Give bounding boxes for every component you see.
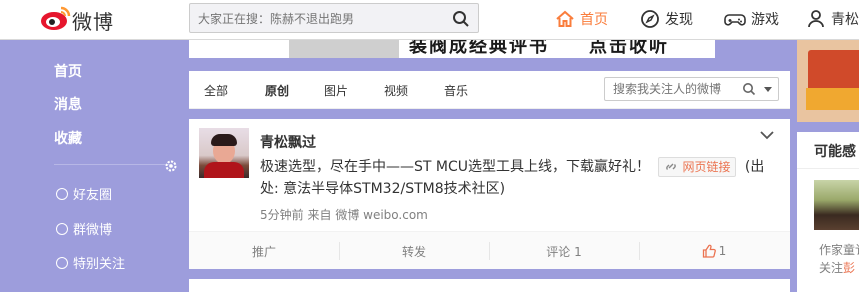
nav-user-label: 青松 (831, 12, 859, 28)
friends-circle-icon (56, 187, 68, 200)
sidebar-item-messages[interactable]: 消息 (54, 94, 82, 114)
gift-box-lid (806, 88, 859, 110)
compass-icon (641, 10, 659, 28)
user-icon (808, 10, 824, 28)
nav-home[interactable]: 首页 (555, 8, 608, 30)
post-card: 青松飘过 极速选型，尽在手中——ST MCU选型工具上线，下载赢好礼！ 网页链接… (189, 119, 790, 269)
comment-label: 评论 1 (546, 244, 582, 259)
nav-user[interactable]: 青松 (806, 8, 859, 30)
nav-games-label: 游戏 (751, 12, 779, 28)
link-icon (666, 163, 677, 171)
nav-games[interactable]: 游戏 (724, 8, 779, 30)
post-time[interactable]: 5分钟前 (260, 208, 304, 222)
sidebar-item-label: 特别关注 (73, 257, 126, 272)
followed-search[interactable] (604, 77, 779, 101)
top-bar: 微博 首页 发现 游戏 (0, 0, 859, 40)
repost-button[interactable]: 转发 (339, 232, 489, 270)
sidebar-item-label: 好友圈 (73, 188, 113, 203)
tab-pictures[interactable]: 图片 (324, 82, 348, 99)
like-count: 1 (718, 244, 727, 258)
next-post-card (189, 279, 790, 292)
sidebar-item-friends-circle[interactable]: 好友圈 (56, 184, 112, 203)
chevron-down-icon[interactable] (759, 129, 775, 141)
search-input[interactable] (198, 10, 448, 28)
nav-discover-label: 发现 (665, 12, 693, 28)
gamepad-icon (724, 14, 746, 26)
suggested-user-desc: 作家童讠 (819, 243, 859, 257)
left-sidebar: 首页 消息 收藏 好友圈 群微博 特别关注 (38, 55, 188, 292)
special-follow-icon (56, 256, 68, 269)
suggested-user-avatar[interactable] (814, 180, 859, 230)
home-icon (556, 10, 574, 27)
banner-image (289, 40, 399, 58)
sidebar-divider (54, 164, 172, 165)
tab-videos[interactable]: 视频 (384, 82, 408, 99)
sidebar-item-label: 群微博 (73, 223, 113, 238)
tab-original[interactable]: 原创 (265, 82, 289, 99)
gear-icon[interactable] (164, 159, 178, 173)
nav-home-label: 首页 (580, 12, 608, 28)
tab-music[interactable]: 音乐 (444, 82, 468, 99)
promote-button[interactable]: 推广 (189, 232, 339, 270)
banner-text: 装阀成经典评书 点击收听 (409, 40, 669, 57)
promote-label: 推广 (251, 244, 276, 259)
banner-ad[interactable]: 装阀成经典评书 点击收听 (189, 40, 715, 58)
sidebar-item-home[interactable]: 首页 (54, 61, 82, 81)
nav-discover[interactable]: 发现 (640, 8, 693, 30)
post-actions: 推广 转发 评论 1 1 (189, 231, 790, 269)
thumbs-up-icon (702, 244, 716, 258)
global-search[interactable] (189, 3, 479, 33)
search-icon[interactable] (452, 10, 470, 28)
sidebar-item-special-follow[interactable]: 特别关注 (56, 253, 125, 272)
avatar[interactable] (199, 128, 249, 178)
panel-divider (797, 168, 859, 169)
sidebar-item-group-weibo[interactable]: 群微博 (56, 219, 112, 238)
repost-label: 转发 (401, 244, 426, 259)
post-text-main: 极速选型，尽在手中——ST MCU选型工具上线，下载赢好礼！ (260, 159, 650, 175)
followed-search-input[interactable] (613, 82, 738, 96)
post-source[interactable]: 微博 weibo.com (335, 208, 428, 222)
tab-all[interactable]: 全部 (204, 82, 228, 99)
group-weibo-icon (56, 222, 68, 235)
caret-down-icon[interactable] (764, 87, 772, 92)
search-icon[interactable] (742, 82, 756, 96)
sidebar-item-favorites[interactable]: 收藏 (54, 128, 82, 148)
logo-text: 微博 (72, 10, 114, 34)
feed-tabs: 全部 原创 图片 视频 音乐 (189, 71, 790, 109)
avatar-body (204, 162, 244, 178)
post-author[interactable]: 青松飘过 (260, 132, 316, 152)
like-button[interactable]: 1 (639, 232, 789, 270)
suggested-users-panel: 可能感 作家童讠 关注彭 (797, 132, 859, 292)
post-meta: 5分钟前 来自 微博 weibo.com (260, 206, 428, 223)
avatar-hair (211, 134, 237, 146)
suggested-user-follow-line: 关注彭 (819, 259, 855, 276)
follow-prefix: 关注 (819, 261, 844, 275)
follow-name[interactable]: 彭 (843, 261, 855, 275)
post-source-prefix: 来自 (307, 208, 332, 222)
web-link-label: 网页链接 (682, 160, 731, 174)
comment-button[interactable]: 评论 1 (489, 232, 639, 270)
post-text: 极速选型，尽在手中——ST MCU选型工具上线，下载赢好礼！ 网页链接 (出处:… (260, 156, 780, 200)
suggested-users-title: 可能感 (814, 144, 856, 160)
web-link[interactable]: 网页链接 (658, 157, 737, 177)
